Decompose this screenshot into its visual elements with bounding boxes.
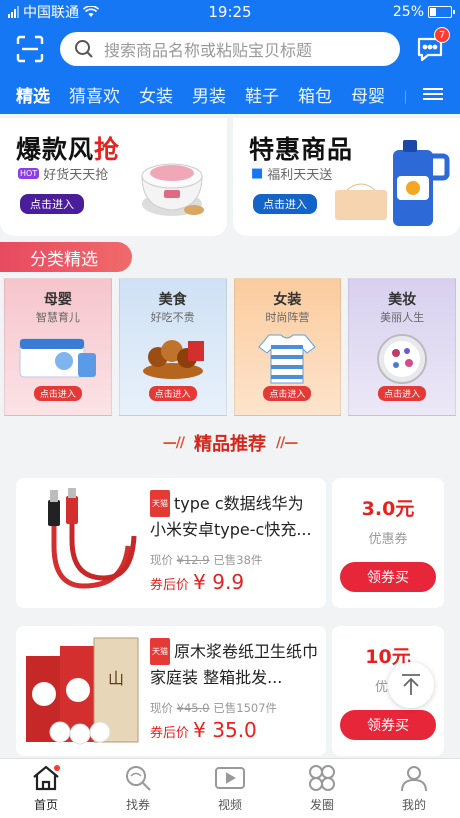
tab-guess-like[interactable]: 猜喜欢 <box>69 82 120 107</box>
striped-top-image <box>258 334 317 384</box>
search-input[interactable]: 搜索商品名称或粘贴宝贝标题 <box>60 32 400 66</box>
product-title: 原木浆卷纸卫生纸巾家庭装 整箱批发... <box>150 642 319 687</box>
signal-icon <box>8 6 19 18</box>
enter-button[interactable]: 点击进入 <box>253 194 317 214</box>
video-icon <box>215 767 245 789</box>
tab-men[interactable]: 男装 <box>192 82 226 107</box>
promo-title: 爆款风抢 <box>16 135 121 164</box>
bottom-nav: 首页 找券 视频 发圈 我的 <box>0 758 460 818</box>
enter-button[interactable]: 点击进入 <box>263 386 312 401</box>
user-icon <box>401 766 427 792</box>
detergent-image <box>335 140 450 226</box>
carrier-label: 中国联通 <box>23 5 79 21</box>
nuts-image <box>142 340 204 379</box>
tab-shoes[interactable]: 鞋子 <box>245 82 279 107</box>
recommend-deco-right: //— <box>276 435 298 451</box>
home-icon <box>33 765 60 791</box>
category-baby[interactable]: 母婴 智慧育儿 点击进入 <box>4 278 112 416</box>
product-meta: 现价 ¥45.0 已售1507件 <box>150 701 278 715</box>
promo-subtitle: 好货天天抢 <box>43 168 109 183</box>
search-placeholder: 搜索商品名称或粘贴宝贝标题 <box>104 41 313 60</box>
category-tabs: 精选 猜喜欢 女装 男装 鞋子 箱包 母婴 内 <box>0 74 460 114</box>
tab-women[interactable]: 女装 <box>139 82 173 107</box>
arrow-up-icon <box>402 674 420 695</box>
product-meta: 现价 ¥12.9 已售38件 <box>150 553 263 567</box>
recommend-title: —// 精品推荐 //— <box>162 434 298 455</box>
svg-text:山: 山 <box>108 669 124 688</box>
gift-icon: ■ <box>251 166 264 181</box>
product-card[interactable]: 天猫 type c数据线华为小米安卓type-c快充... 现价 ¥12.9 已售… <box>16 478 444 608</box>
scan-icon[interactable] <box>14 33 46 65</box>
wifi-icon <box>83 6 99 17</box>
get-coupon-button[interactable]: 领券买 <box>340 562 436 592</box>
enter-button[interactable]: 点击进入 <box>148 386 197 401</box>
hot-icon: HOT <box>18 168 40 179</box>
status-bar: 中国联通 19:25 25% <box>0 0 460 24</box>
enter-button[interactable]: 点击进入 <box>20 194 84 214</box>
coupon-value: 10元 <box>365 646 411 668</box>
nav-moments[interactable]: 发圈 <box>276 759 368 818</box>
recommend-deco-left: —// <box>162 435 185 451</box>
battery-percent: 25% <box>392 4 424 20</box>
coupon-label: 优惠券 <box>368 532 408 547</box>
product-price: 券后价 ¥ 35.0 <box>150 718 257 742</box>
promo-subtitle: 福利天天送 <box>267 168 333 183</box>
tmall-tag: 天猫 <box>150 490 170 517</box>
grid-circles-icon <box>309 765 335 791</box>
search-icon <box>75 40 93 58</box>
product-card[interactable]: 山 天猫 原木浆卷纸卫生纸巾家庭装 整箱批发... 现价 ¥45.0 已售1507… <box>16 626 444 756</box>
category-food[interactable]: 美食 好吃不贵 点击进入 <box>118 278 227 416</box>
nav-find-coupons[interactable]: 找券 <box>92 759 184 818</box>
message-icon[interactable]: 7 <box>414 27 450 65</box>
product-image: 山 <box>26 637 139 745</box>
enter-button[interactable]: 点击进入 <box>378 386 427 401</box>
app-header: 中国联通 19:25 25% 搜索商品名称或粘贴宝贝标题 7 精选 猜喜欢 女装… <box>0 0 460 114</box>
milk-powder-image <box>19 338 96 378</box>
promo-hot-deals[interactable]: 爆款风抢 HOT 好货天天抢 点击进入 <box>0 118 227 236</box>
nav-video[interactable]: 视频 <box>184 759 276 818</box>
menu-icon[interactable] <box>406 74 460 114</box>
rice-cooker-image <box>141 163 204 216</box>
tab-bags[interactable]: 箱包 <box>298 82 332 107</box>
tmall-tag: 天猫 <box>150 638 170 665</box>
message-badge: 7 <box>434 27 450 43</box>
back-to-top-button[interactable] <box>388 662 434 708</box>
promo-specials[interactable]: 特惠商品 ■ 福利天天送 点击进入 <box>233 118 460 236</box>
nav-home[interactable]: 首页 <box>0 759 92 818</box>
tab-baby[interactable]: 母婴 <box>351 82 385 107</box>
tab-featured[interactable]: 精选 <box>16 82 50 107</box>
category-beauty[interactable]: 美妆 美丽人生 点击进入 <box>348 278 456 416</box>
product-price: 券后价 ¥ 9.9 <box>150 570 245 594</box>
battery-icon <box>428 6 455 18</box>
enter-button[interactable]: 点击进入 <box>33 386 82 401</box>
category-women[interactable]: 女装 时尚阵营 点击进入 <box>233 278 342 416</box>
search-coupon-icon <box>126 766 151 791</box>
product-title: type c数据线华为小米安卓type-c快充... <box>150 494 312 539</box>
coupon-value: 3.0元 <box>361 498 415 520</box>
get-coupon-button[interactable]: 领券买 <box>340 710 436 740</box>
compact-mirror-image <box>377 334 428 384</box>
product-image <box>48 488 137 589</box>
section-label: 分类精选 <box>0 242 132 272</box>
nav-profile[interactable]: 我的 <box>368 759 460 818</box>
